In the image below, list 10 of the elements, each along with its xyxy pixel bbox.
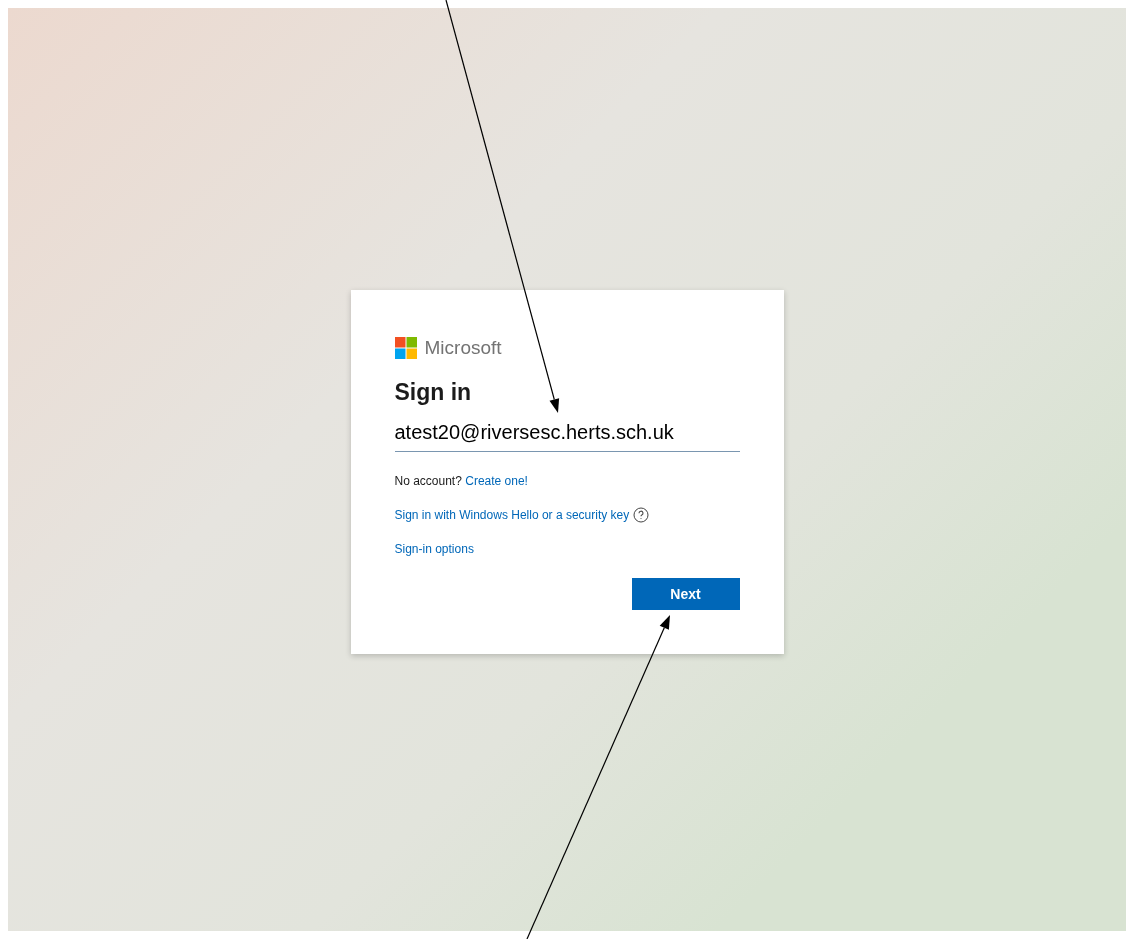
email-field[interactable]: atest20@riversesc.herts.sch.uk xyxy=(394,417,740,452)
logo-icon xyxy=(394,337,417,360)
help-icon[interactable] xyxy=(633,507,650,523)
create-account-link[interactable]: Create one! xyxy=(465,474,528,488)
sign-in-option-link[interactable]: Sign-in options xyxy=(394,540,474,558)
next-button[interactable]: Next xyxy=(631,578,740,610)
page-title: Sign in xyxy=(394,377,473,407)
brand-name: Microsoft xyxy=(424,336,502,360)
sign-in-option-link[interactable]: Sign in with Windows Hello or a security key xyxy=(394,506,630,524)
no-account-text: No account? Create one! xyxy=(394,473,529,490)
